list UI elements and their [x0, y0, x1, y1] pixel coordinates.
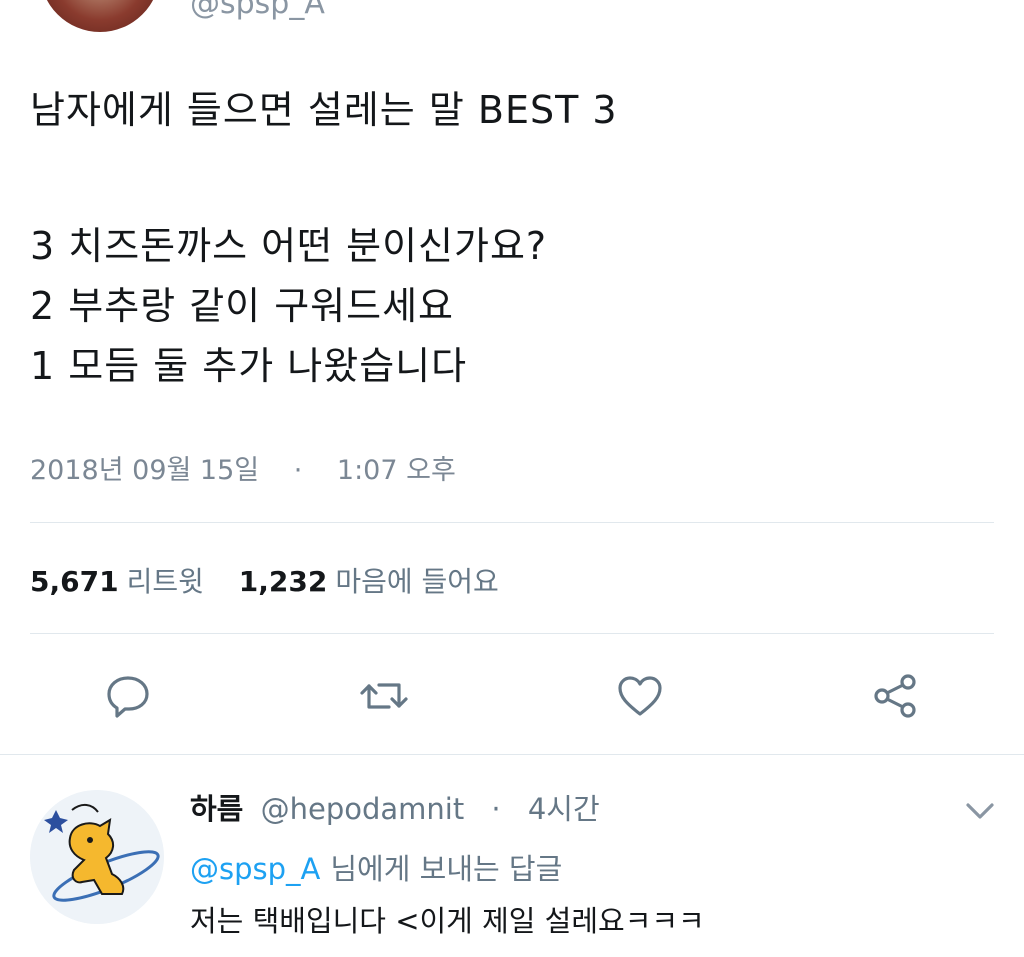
reply-separator: · [491, 792, 501, 826]
share-button[interactable] [868, 668, 924, 724]
author-avatar[interactable] [40, 0, 160, 32]
retweet-label[interactable]: 리트윗 [127, 565, 204, 598]
reply-text: 저는 택배입니다 <이게 제일 설레요ㅋㅋㅋ [190, 904, 705, 938]
reply-button[interactable] [100, 668, 156, 724]
reply-header: 하름 @hepodamnit · 4시간 [190, 786, 600, 828]
like-count[interactable]: 1,232 [239, 565, 328, 598]
like-button[interactable] [612, 668, 668, 724]
heart-icon [618, 676, 662, 716]
reply-author-handle[interactable]: @hepodamnit [261, 792, 465, 826]
reply-author-name[interactable]: 하름 [190, 792, 243, 826]
tweet-text: 남자에게 들으면 설레는 말 BEST 3 3 치즈돈까스 어떤 분이신가요? … [30, 80, 990, 396]
divider [0, 754, 1024, 755]
reply-icon [107, 676, 149, 718]
replying-to: @spsp_A 님에게 보내는 답글 [190, 846, 562, 888]
tweet-line-title: 남자에게 들으면 설레는 말 BEST 3 [30, 88, 618, 132]
tweet-line-2: 2 부추랑 같이 구워드세요 [30, 284, 455, 328]
tweet-line-1: 1 모듬 둘 추가 나왔습니다 [30, 344, 468, 388]
like-label[interactable]: 마음에 들어요 [335, 565, 498, 598]
replying-to-mention[interactable]: @spsp_A [190, 852, 320, 886]
share-icon [874, 674, 916, 718]
tweet-date: 2018년 09월 15일 [30, 455, 260, 486]
retweet-count[interactable]: 5,671 [30, 565, 119, 598]
timestamp-separator: · [293, 455, 303, 486]
reply-time[interactable]: 4시간 [528, 792, 600, 826]
divider [30, 522, 994, 523]
replying-to-label: 님에게 보내는 답글 [330, 852, 563, 886]
tweet-time: 1:07 오후 [336, 455, 456, 486]
retweet-icon [360, 683, 408, 709]
divider [30, 633, 994, 634]
tweet-timestamp: 2018년 09월 15일 · 1:07 오후 [30, 448, 456, 487]
chevron-down-icon [966, 803, 994, 819]
reply-avatar[interactable] [30, 790, 164, 924]
action-bar [0, 660, 1024, 730]
cartoon-avatar-icon [30, 790, 164, 924]
retweet-button[interactable] [356, 668, 412, 724]
tweet-stats: 5,671 리트윗 1,232 마음에 들어요 [30, 560, 525, 600]
more-options-button[interactable] [960, 796, 1000, 826]
author-handle[interactable]: @spsp_A [190, 0, 325, 21]
tweet-line-3: 3 치즈돈까스 어떤 분이신가요? [30, 224, 548, 268]
